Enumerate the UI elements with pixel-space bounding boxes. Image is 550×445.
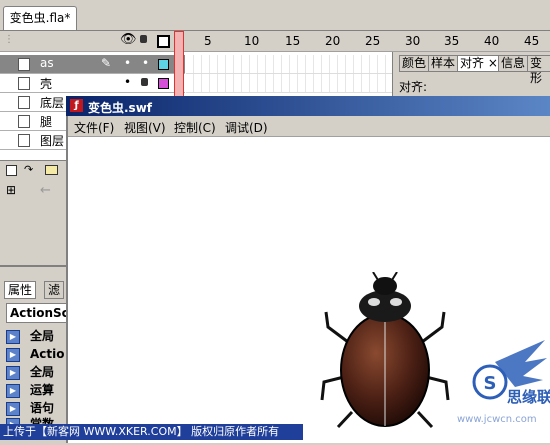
swf-menubar: 文件(F) 视图(V) 控制(C) 调试(D) [68,116,550,137]
layer-name: as [40,56,54,70]
layer-name: 底层 [40,96,65,110]
menu-file[interactable]: 文件(F) [74,119,114,136]
align-label: 对齐: [399,80,428,94]
watermark-site-text: www.jcwcn.com [457,414,537,425]
actions-item[interactable]: ▶ 运算 [6,382,66,398]
swf-titlebar: ƒ 变色虫.swf [66,96,550,116]
lock-dot-icon[interactable]: • [142,56,149,70]
visible-dot-icon[interactable]: • [124,56,131,70]
book-icon: ▶ [6,347,20,362]
book-icon: ▶ [6,329,20,344]
actions-item-label: 运算 [30,383,55,397]
document-tab[interactable]: 变色虫.fla* [3,6,77,30]
tab-properties[interactable]: 属性 [4,281,37,299]
actions-item[interactable]: ▶ 全局 [6,364,66,380]
frame-number: 20 [325,34,341,48]
layer-color-swatch[interactable] [158,78,169,89]
book-icon: ▶ [6,365,20,380]
center-frame-icon[interactable]: ⊞ [6,183,16,197]
dots-handle-icon[interactable]: ⋮ [4,34,14,45]
frame-number: 25 [365,34,381,48]
frame-number: 15 [285,34,301,48]
book-icon: ▶ [6,383,20,398]
svg-text:S: S [484,373,497,394]
layer-icon [18,58,30,71]
menu-view[interactable]: 视图(V) [124,119,166,136]
layer-name: 壳 [40,77,53,91]
layer-name: 腿 [40,115,53,129]
layer-icon [18,115,30,128]
frame-number: 5 [204,34,212,48]
align-panel: 颜色 样本 对齐 × 信息 变形 对齐: [392,52,550,96]
playhead[interactable] [174,31,184,99]
flash-icon: ƒ [70,99,83,112]
tab-align-label: 对齐 [460,56,485,70]
actions-item-label: 全局 [30,365,55,379]
swf-title: 变色虫.swf [88,101,153,115]
visible-dot-icon[interactable]: • [124,75,131,89]
tab-swatches[interactable]: 样本 [428,55,459,72]
actions-item-label: 全局 [30,329,55,343]
actions-item-label: 语句 [30,401,55,415]
frame-number: 40 [484,34,500,48]
outline-icon[interactable] [157,35,170,48]
tab-transform[interactable]: 变形 [527,55,550,85]
timeline-header: ⋮ 👁 [0,31,550,52]
book-icon: ▶ [6,401,20,416]
back-arrow-icon[interactable]: ← [40,183,51,198]
menu-control[interactable]: 控制(C) [174,119,216,136]
actions-item-label: Actio [30,347,65,361]
frame-number: 35 [444,34,460,48]
eye-icon[interactable]: 👁 [120,32,137,47]
tab-color[interactable]: 颜色 [399,55,430,72]
actionscript-version-select[interactable]: ActionScr [6,303,69,323]
layer-color-swatch[interactable] [158,59,169,70]
actions-item[interactable]: ▶ 语句 [6,400,66,416]
tab-info[interactable]: 信息 [498,55,529,72]
watermark-logo: S 思缘联盟 www.jcwcn.com [457,340,550,425]
layer-icon [18,96,30,109]
document-tab-bar [0,0,550,31]
layer-row-as[interactable]: as ✎ • • [0,55,185,74]
frame-number: 10 [244,34,260,48]
layer-name: 图层 [40,134,65,148]
timeline-toolbar: ↷ ⊞ ← [0,160,66,261]
menu-debug[interactable]: 调试(D) [225,119,268,136]
layer-icon [18,134,30,147]
folder-icon[interactable] [45,165,58,175]
actions-item[interactable]: ▶ 全局 [6,328,66,344]
watermark-logo-text: 思缘联盟 [507,388,550,406]
add-layer-icon[interactable] [6,165,17,176]
layer-row-shell[interactable]: 壳 • [0,74,185,93]
frame-number: 45 [524,34,540,48]
lock-icon[interactable] [140,35,147,43]
tab-filters[interactable]: 滤 [44,281,65,299]
actions-item[interactable]: ▶ Actio [6,346,66,362]
lock-icon[interactable] [141,78,148,86]
frame-number: 30 [405,34,421,48]
pencil-icon: ✎ [101,56,112,70]
upload-banner: 上传于【新客网 WWW.XKER.COM】 版权归原作者所有 [0,424,303,440]
layer-icon [18,77,30,90]
ladybug-image [320,272,450,429]
motion-guide-icon[interactable]: ↷ [24,163,33,176]
tab-align[interactable]: 对齐 × [457,55,501,72]
